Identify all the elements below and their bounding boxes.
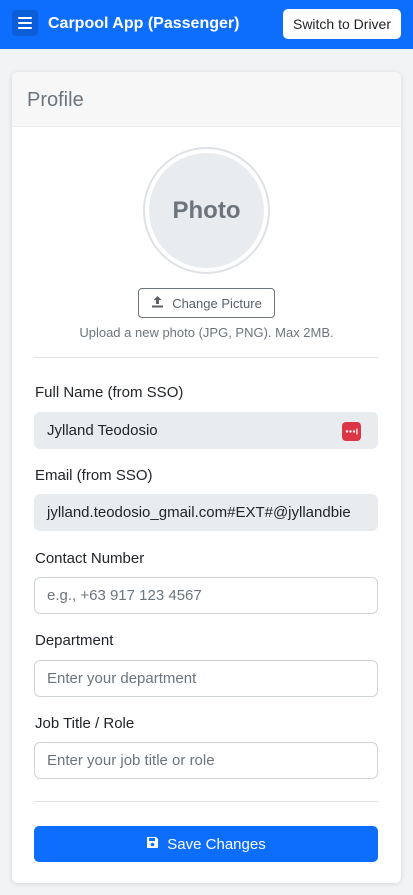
upload-icon bbox=[151, 295, 164, 311]
contact-number-input[interactable]: e.g., +63 917 123 4567 bbox=[34, 577, 378, 614]
job-title-input[interactable]: Enter your job title or role bbox=[34, 742, 378, 779]
department-label: Department bbox=[35, 632, 114, 649]
switch-to-driver-button[interactable]: Switch to Driver bbox=[283, 9, 401, 39]
change-picture-button[interactable]: Change Picture bbox=[138, 288, 275, 318]
department-placeholder: Enter your department bbox=[47, 670, 197, 687]
avatar: Photo bbox=[145, 149, 268, 272]
save-changes-label: Save Changes bbox=[167, 835, 266, 853]
contact-number-label: Contact Number bbox=[35, 550, 145, 567]
department-input[interactable]: Enter your department bbox=[34, 660, 378, 697]
page-title: Profile bbox=[27, 89, 84, 111]
email-field: jylland.teodosio_gmail.com#EXT#@jyllandb… bbox=[34, 494, 378, 531]
contact-number-placeholder: e.g., +63 917 123 4567 bbox=[47, 587, 202, 604]
profile-card: Profile Photo Change Picture Upload a ne… bbox=[12, 72, 401, 883]
upload-hint: Upload a new photo (JPG, PNG). Max 2MB. bbox=[79, 325, 334, 340]
job-title-label: Job Title / Role bbox=[35, 715, 135, 732]
floppy-disk-icon bbox=[146, 836, 159, 853]
email-value: jylland.teodosio_gmail.com#EXT#@jyllandb… bbox=[47, 504, 351, 521]
save-changes-button[interactable]: Save Changes bbox=[34, 826, 378, 862]
job-title-placeholder: Enter your job title or role bbox=[47, 752, 215, 769]
card-header: Profile bbox=[12, 72, 401, 127]
password-manager-icon[interactable] bbox=[342, 422, 361, 441]
full-name-value: Jylland Teodosio bbox=[47, 422, 158, 439]
divider bbox=[34, 801, 378, 802]
app-title: Carpool App (Passenger) bbox=[48, 15, 240, 32]
avatar-label: Photo bbox=[172, 196, 241, 224]
divider bbox=[34, 357, 378, 358]
top-navbar: Carpool App (Passenger) Switch to Driver bbox=[0, 0, 413, 49]
hamburger-icon[interactable] bbox=[12, 10, 38, 36]
full-name-field: Jylland Teodosio bbox=[34, 412, 378, 449]
change-picture-label: Change Picture bbox=[172, 295, 262, 311]
full-name-label: Full Name (from SSO) bbox=[35, 384, 184, 401]
email-label: Email (from SSO) bbox=[35, 467, 153, 484]
